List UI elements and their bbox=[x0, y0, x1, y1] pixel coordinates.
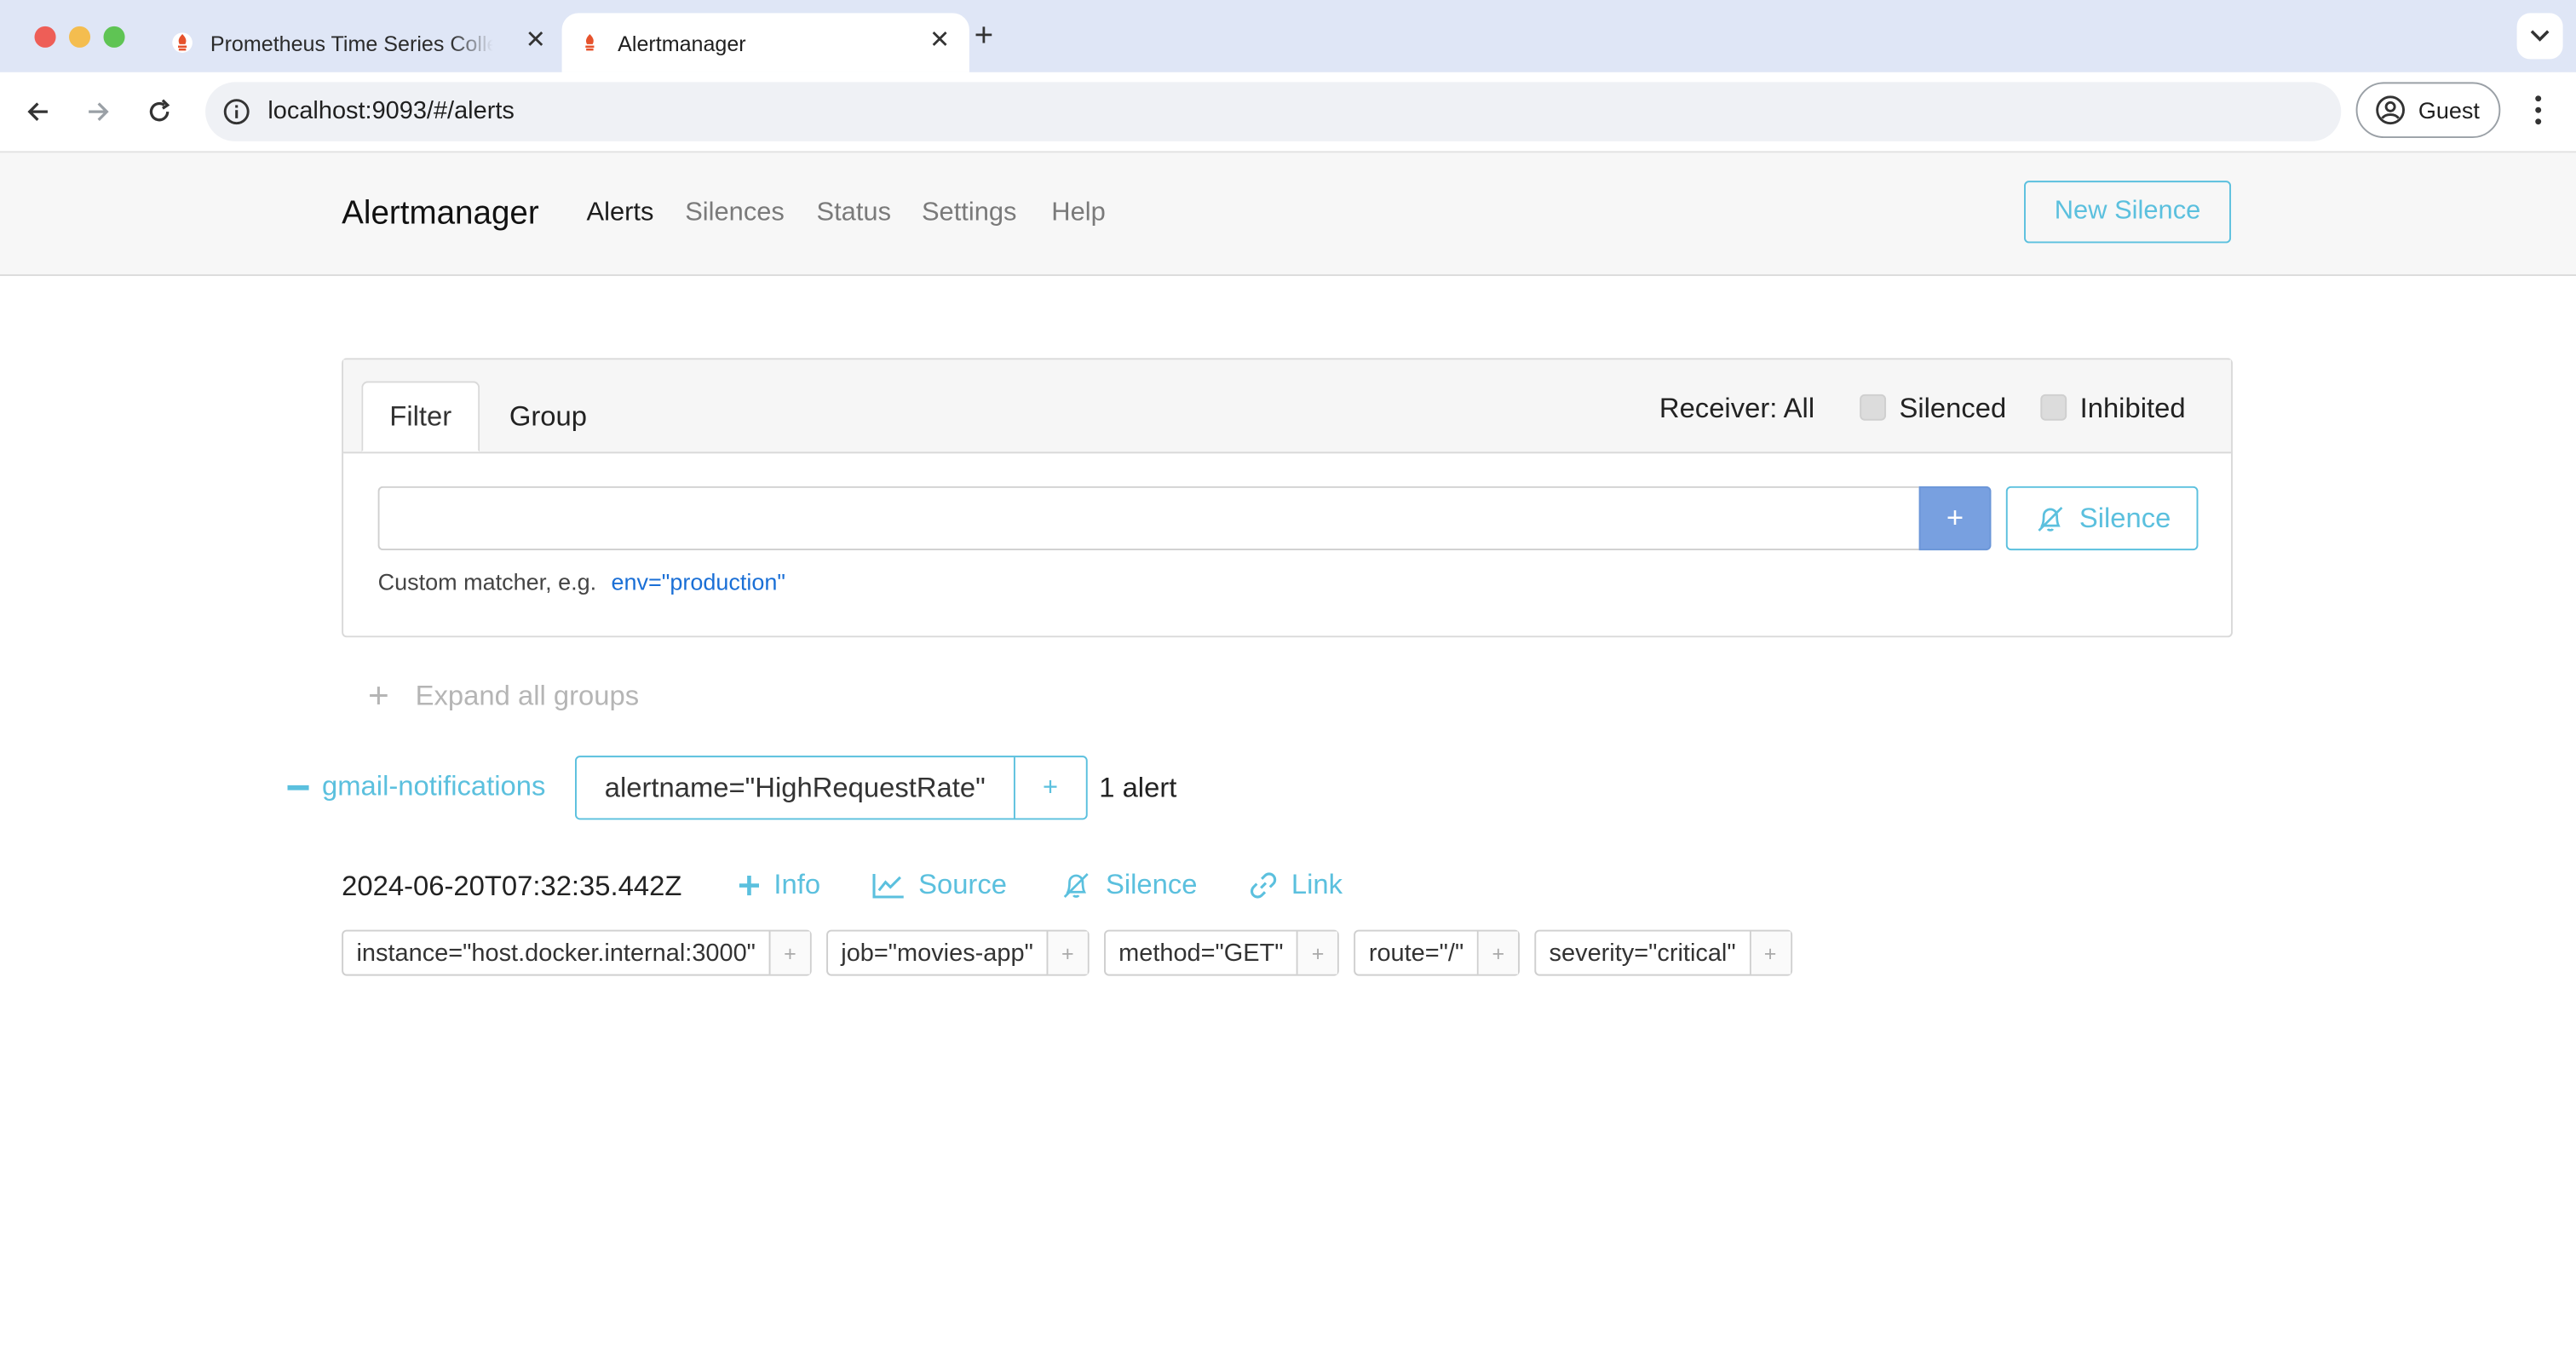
tab-filter[interactable]: Filter bbox=[361, 381, 480, 452]
group-receiver-name: gmail-notifications bbox=[322, 770, 546, 802]
label-add-button[interactable]: + bbox=[1048, 931, 1088, 974]
matcher-hint-example[interactable]: env="production" bbox=[611, 568, 785, 595]
label-text[interactable]: instance="host.docker.internal:3000" bbox=[343, 931, 771, 974]
nav-link-help[interactable]: Help bbox=[1051, 198, 1105, 228]
group-matcher-text[interactable]: alertname="HighRequestRate" bbox=[577, 757, 1015, 819]
alert-labels: instance="host.docker.internal:3000" + j… bbox=[342, 929, 1806, 976]
alert-silence-label: Silence bbox=[1105, 869, 1198, 900]
reload-button[interactable] bbox=[141, 94, 177, 129]
tab-group[interactable]: Group bbox=[509, 381, 587, 451]
site-info-icon[interactable] bbox=[221, 97, 251, 127]
page: Prometheus Time Series Collection and Pr… bbox=[0, 0, 2576, 1319]
label-add-button[interactable]: + bbox=[1478, 931, 1518, 974]
link-icon bbox=[1251, 872, 1277, 899]
expand-all-label: Expand all groups bbox=[415, 680, 640, 712]
minus-icon bbox=[287, 784, 309, 790]
inhibited-checkbox[interactable] bbox=[2040, 394, 2067, 421]
reload-icon bbox=[149, 99, 170, 122]
window-maximize-button[interactable] bbox=[103, 26, 125, 48]
label-add-button[interactable]: + bbox=[770, 931, 810, 974]
arrow-right-icon bbox=[89, 102, 109, 121]
label-chip-method[interactable]: method="GET" + bbox=[1103, 929, 1340, 976]
tab-search-button[interactable] bbox=[2516, 13, 2563, 60]
new-silence-button[interactable]: New Silence bbox=[2024, 181, 2232, 244]
window-minimize-button[interactable] bbox=[69, 26, 91, 48]
bell-slash-icon bbox=[2037, 506, 2062, 531]
label-add-button[interactable]: + bbox=[1750, 931, 1791, 974]
matcher-hint: Custom matcher, e.g. bbox=[377, 568, 597, 595]
group-collapse-toggle[interactable]: gmail-notifications bbox=[287, 770, 546, 804]
profile-label: Guest bbox=[2418, 96, 2480, 124]
label-chip-severity[interactable]: severity="critical" + bbox=[1534, 929, 1792, 976]
label-text[interactable]: job="movies-app" bbox=[828, 931, 1049, 974]
browser-tab-alertmanager[interactable]: Alertmanager ✕ bbox=[561, 13, 969, 72]
tab-close-icon[interactable]: ✕ bbox=[927, 26, 953, 56]
tab-title: Alertmanager bbox=[618, 30, 746, 55]
label-chip-route[interactable]: route="/" + bbox=[1354, 929, 1520, 976]
chevron-down-icon bbox=[2530, 30, 2550, 42]
filter-card-header: Filter Group Receiver: All Silenced Inhi… bbox=[343, 359, 2232, 454]
alert-source-label: Source bbox=[918, 869, 1007, 900]
expand-all-groups-button[interactable]: + Expand all groups bbox=[368, 675, 640, 716]
filter-card: Filter Group Receiver: All Silenced Inhi… bbox=[342, 358, 2233, 638]
alert-source-link[interactable]: Source bbox=[872, 869, 1007, 902]
browser-toolbar: localhost:9093/#/alerts Guest bbox=[0, 72, 2576, 153]
group-matcher-add-button[interactable]: + bbox=[1015, 757, 1085, 818]
app-navbar: Alertmanager Alerts Silences Status Sett… bbox=[0, 152, 2576, 277]
nav-link-silences[interactable]: Silences bbox=[685, 198, 785, 228]
bell-slash-icon bbox=[1063, 873, 1089, 898]
nav-link-alerts[interactable]: Alerts bbox=[587, 198, 654, 228]
label-text[interactable]: route="/" bbox=[1355, 931, 1479, 974]
label-chip-instance[interactable]: instance="host.docker.internal:3000" + bbox=[342, 929, 812, 976]
alert-permalink[interactable]: Link bbox=[1249, 869, 1343, 902]
label-add-button[interactable]: + bbox=[1297, 931, 1338, 974]
browser-tab-bar: Prometheus Time Series Collection and Pr… bbox=[0, 0, 2576, 72]
prometheus-favicon-icon bbox=[579, 32, 601, 53]
brand-title[interactable]: Alertmanager bbox=[342, 196, 539, 233]
silenced-label[interactable]: Silenced bbox=[1899, 393, 2006, 426]
forward-button[interactable] bbox=[81, 94, 117, 129]
window-close-button[interactable] bbox=[34, 26, 56, 48]
chart-line-icon bbox=[872, 874, 904, 899]
alert-silence-button[interactable]: Silence bbox=[1060, 869, 1198, 902]
plus-icon: + bbox=[368, 675, 389, 716]
label-text[interactable]: severity="critical" bbox=[1536, 931, 1751, 974]
add-matcher-button[interactable]: + bbox=[1918, 486, 1992, 551]
tab-title: Prometheus Time Series Collection and Pr… bbox=[210, 30, 493, 55]
arrow-left-icon bbox=[27, 102, 48, 121]
group-matcher-chip[interactable]: alertname="HighRequestRate" + bbox=[575, 756, 1088, 820]
prometheus-favicon-icon bbox=[172, 32, 193, 53]
tab-close-icon[interactable]: ✕ bbox=[522, 26, 549, 56]
plus-icon bbox=[739, 875, 760, 896]
inhibited-label[interactable]: Inhibited bbox=[2080, 393, 2186, 426]
user-avatar-icon bbox=[2376, 95, 2405, 125]
browser-menu-icon[interactable] bbox=[2525, 92, 2551, 128]
profile-button[interactable]: Guest bbox=[2355, 82, 2501, 139]
group-alert-count: 1 alert bbox=[1099, 772, 1177, 804]
silence-filter-label: Silence bbox=[2079, 502, 2171, 533]
new-tab-icon[interactable]: + bbox=[975, 20, 994, 53]
silenced-checkbox[interactable] bbox=[1860, 394, 1887, 421]
alert-link-label: Link bbox=[1291, 869, 1343, 900]
browser-tab-prometheus[interactable]: Prometheus Time Series Collection and Pr… bbox=[158, 13, 565, 72]
label-text[interactable]: method="GET" bbox=[1106, 931, 1298, 974]
url-text: localhost:9093/#/alerts bbox=[267, 96, 515, 125]
receiver-dropdown[interactable]: Receiver: All bbox=[1659, 393, 1814, 426]
matcher-input[interactable] bbox=[377, 486, 1919, 551]
alert-info-label: Info bbox=[773, 869, 821, 900]
alert-start-time: 2024-06-20T07:32:35.442Z bbox=[342, 871, 682, 902]
label-chip-job[interactable]: job="movies-app" + bbox=[825, 929, 1090, 976]
nav-link-status[interactable]: Status bbox=[817, 198, 891, 228]
back-button[interactable] bbox=[20, 94, 55, 129]
nav-link-settings[interactable]: Settings bbox=[922, 198, 1016, 228]
alert-info-button[interactable]: Info bbox=[738, 869, 820, 902]
address-bar[interactable]: localhost:9093/#/alerts bbox=[205, 82, 2342, 141]
silence-filter-button[interactable]: Silence bbox=[2005, 486, 2199, 551]
